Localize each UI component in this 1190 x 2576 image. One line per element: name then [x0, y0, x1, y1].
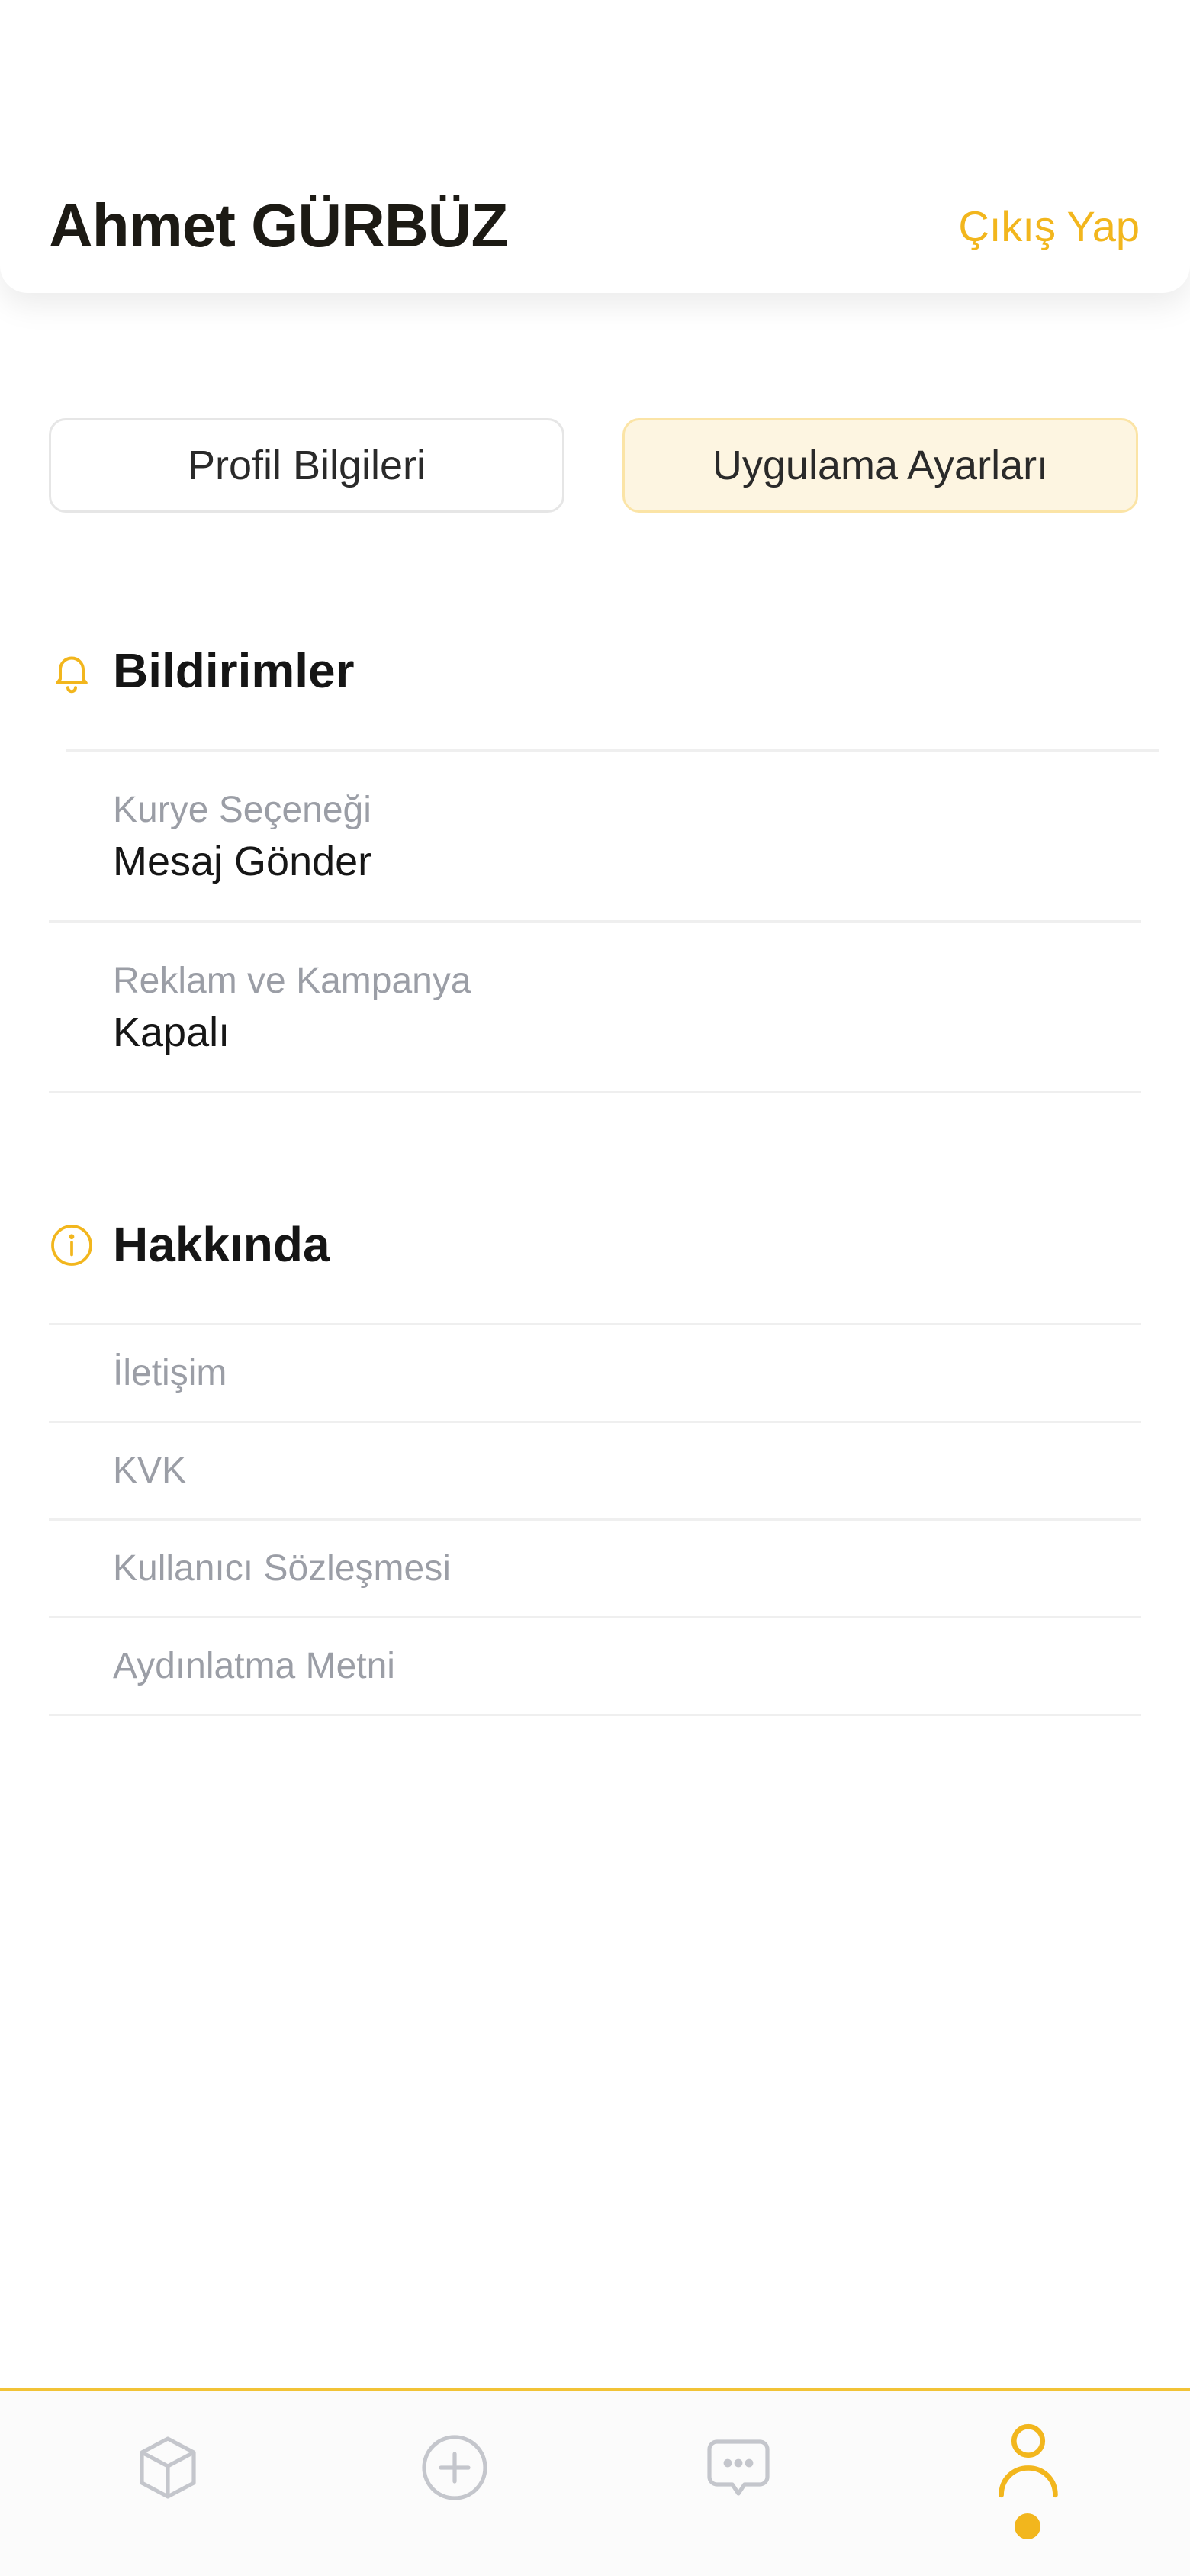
- chat-icon: [707, 2439, 770, 2496]
- setting-value-ads-campaign: Kapalı: [113, 1009, 230, 1055]
- profile-header: Ahmet GÜRBÜZ Çıkış Yap: [0, 0, 1190, 293]
- about-item-kvk[interactable]: [49, 1423, 1141, 1518]
- nav-item-add[interactable]: [409, 2422, 500, 2513]
- about-item-kvk-label: KVK: [113, 1451, 187, 1491]
- bottom-nav: [0, 2388, 1190, 2576]
- tab-profile-info[interactable]: Profil Bilgileri: [49, 418, 564, 513]
- nav-item-profile[interactable]: [983, 2414, 1074, 2506]
- logout-button[interactable]: Çıkış Yap: [958, 201, 1140, 251]
- info-icon: [51, 1225, 92, 1266]
- setting-label-ads-campaign: Reklam ve Kampanya: [113, 961, 471, 1001]
- package-icon: [140, 2436, 196, 2499]
- nav-item-messages[interactable]: [693, 2422, 784, 2513]
- setting-label-courier-option: Kurye Seçeneği: [113, 790, 371, 830]
- about-item-user-agreement-label: Kullanıcı Sözleşmesi: [113, 1548, 451, 1589]
- divider: [49, 1091, 1141, 1093]
- settings-tabs: Profil Bilgileri Uygulama Ayarları: [49, 418, 1141, 516]
- about-item-disclosure-text-label: Aydınlatma Metni: [113, 1646, 395, 1686]
- active-indicator-dot: [1015, 2513, 1040, 2539]
- notifications-title: Bildirimler: [113, 643, 355, 698]
- bell-icon: [56, 656, 88, 694]
- setting-value-courier-option: Mesaj Gönder: [113, 839, 372, 884]
- add-circle-icon: [422, 2435, 487, 2500]
- user-icon: [999, 2423, 1058, 2498]
- user-name: Ahmet GÜRBÜZ: [49, 192, 508, 259]
- nav-item-packages[interactable]: [122, 2422, 214, 2513]
- tab-app-settings[interactable]: Uygulama Ayarları: [622, 418, 1138, 513]
- divider: [66, 749, 1159, 752]
- divider: [49, 1714, 1141, 1716]
- about-item-contact-label: İletişim: [113, 1353, 227, 1393]
- about-title: Hakkında: [113, 1217, 330, 1272]
- divider: [49, 920, 1141, 923]
